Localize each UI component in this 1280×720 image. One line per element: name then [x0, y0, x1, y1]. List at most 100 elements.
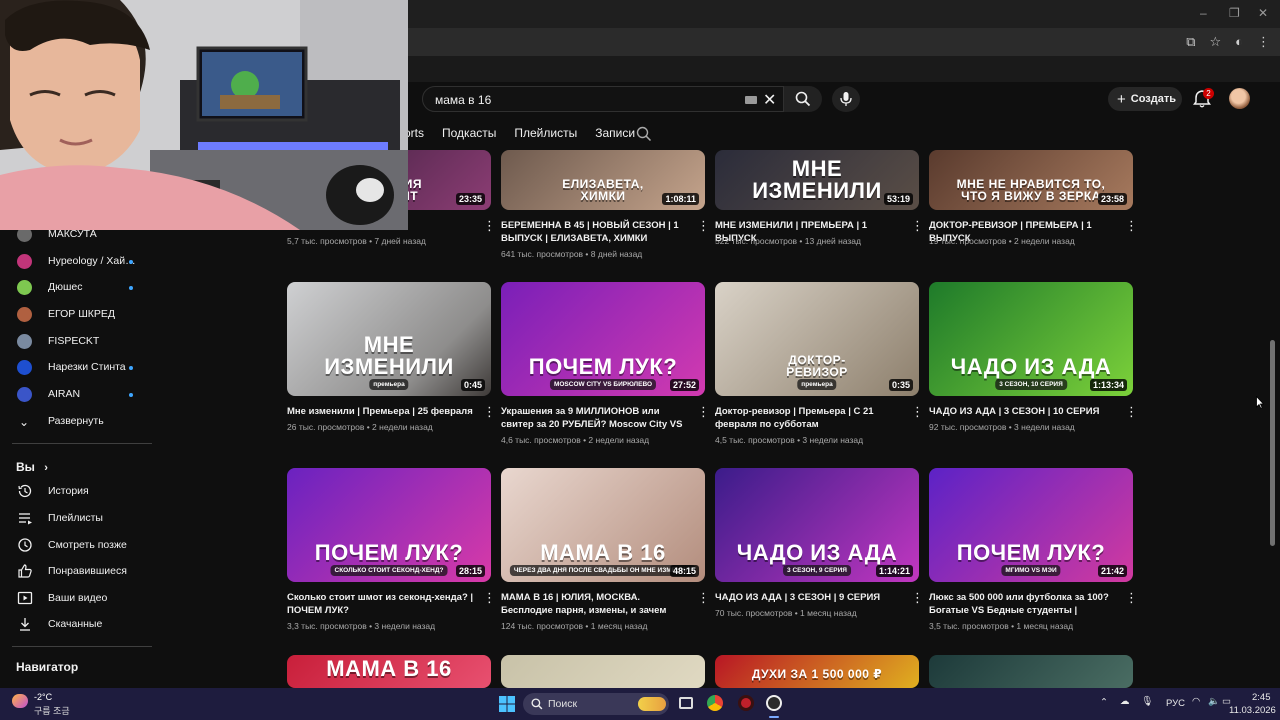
sidebar-subscription-item[interactable]: AIRAN — [0, 382, 160, 408]
video-title[interactable]: ЧАДО ИЗ АДА | 3 СЕЗОН | 9 СЕРИЯ — [715, 591, 905, 604]
video-thumbnail[interactable]: ДОКТОР- РЕВИЗОР премьера 0:35 — [715, 282, 919, 396]
video-menu-icon[interactable] — [1123, 218, 1138, 234]
video-menu-icon[interactable] — [481, 590, 496, 606]
video-thumbnail[interactable]: ДУХИ ЗА 1 500 000 ₽ — [715, 655, 919, 688]
video-title[interactable]: Доктор-ревизор | Премьера | С 21 февраля… — [715, 405, 905, 431]
cloud-tray-icon[interactable]: ☁ — [1120, 696, 1130, 707]
sidebar-item-downloads[interactable]: Скачанные — [0, 612, 160, 638]
sidebar-item-watch-later[interactable]: Смотреть позже — [0, 533, 160, 559]
video-title[interactable]: Сколько стоит шмот из секонд-хенда? | ПО… — [287, 591, 477, 617]
video-menu-icon[interactable] — [695, 218, 710, 234]
sidebar-subscription-item[interactable]: ЕГОР ШКРЕД — [0, 302, 160, 328]
sidebar-subscription-item[interactable]: Hypeology / Хай… — [0, 249, 160, 275]
video-thumbnail[interactable]: ПОЧЕМ ЛУК? СКОЛЬКО СТОИТ СЕКОНД-ХЕНД? 28:1… — [287, 468, 491, 582]
video-thumbnail[interactable]: ПОЧЕМ ЛУК? MOSCOW CITY VS БИРЮЛЕВО 27:52 — [501, 282, 705, 396]
address-bar-icons: ⧉ ☆ ◐ ⋮ — [1186, 34, 1270, 50]
video-menu-icon[interactable] — [695, 590, 710, 606]
mouse-cursor-icon — [1256, 396, 1264, 409]
sidebar-item-history[interactable]: История — [0, 479, 160, 505]
video-menu-icon[interactable] — [1123, 590, 1138, 606]
video-thumbnail[interactable] — [501, 655, 705, 688]
video-menu-icon[interactable] — [481, 404, 496, 420]
voice-search-button[interactable] — [832, 86, 860, 112]
video-thumbnail[interactable]: ЧАДО ИЗ АДА 3 СЕЗОН, 9 СЕРИЯ 1:14:21 — [715, 468, 919, 582]
obs-taskbar-icon[interactable] — [766, 695, 782, 711]
video-menu-icon[interactable] — [695, 404, 710, 420]
video-menu-icon[interactable] — [909, 218, 924, 234]
sidebar-expand[interactable]: ⌄ Развернуть — [0, 409, 160, 435]
task-view-icon[interactable] — [679, 697, 693, 709]
app-taskbar-icon[interactable] — [738, 695, 754, 711]
scrollbar-thumb[interactable] — [1270, 340, 1275, 546]
cast-icon[interactable]: ⧉ — [1186, 34, 1195, 50]
microphone-tray-icon[interactable]: 🎙 — [1141, 696, 1153, 707]
minimize-button[interactable]: – — [1200, 6, 1207, 20]
video-thumbnail[interactable]: МНЕ ИЗМЕНИЛИ премьера 0:45 — [287, 282, 491, 396]
video-title[interactable]: ЧАДО ИЗ АДА | 3 СЕЗОН | 10 СЕРИЯ — [929, 405, 1119, 418]
tray-chevron-icon[interactable]: ⌃ — [1100, 697, 1108, 708]
video-thumbnail[interactable]: ЕЛИЗАВЕТА, ХИМКИ 1:08:11 — [501, 150, 705, 210]
video-thumbnail[interactable] — [929, 655, 1133, 688]
sidebar-item-liked[interactable]: Понравившиеся — [0, 559, 160, 585]
weather-widget[interactable]: -2°C 구름 조금 — [12, 692, 92, 716]
create-button[interactable]: + Создать — [1108, 87, 1182, 111]
clock-time[interactable]: 2:45 — [1252, 692, 1271, 703]
chip-playlists[interactable]: Плейлисты — [514, 126, 577, 140]
notification-count-badge: 2 — [1203, 88, 1214, 99]
video-menu-icon[interactable] — [909, 404, 924, 420]
sidebar-item-your-videos[interactable]: Ваши видео — [0, 586, 160, 612]
new-content-dot — [129, 260, 133, 264]
search-button[interactable] — [784, 86, 822, 112]
account-avatar[interactable] — [1229, 88, 1250, 109]
clear-search-icon[interactable]: ✕ — [763, 90, 776, 110]
video-duration: 21:42 — [1097, 565, 1127, 577]
video-meta: 70 тыс. просмотров • 1 месяц назад — [715, 608, 857, 618]
sidebar-subscription-item[interactable]: Дюшес — [0, 275, 160, 301]
search-query[interactable]: мама в 16 — [435, 93, 491, 107]
thumbnail-title-text: ЧАДО ИЗ АДА — [736, 540, 898, 565]
video-title[interactable]: БЕРЕМЕННА В 45 | НОВЫЙ СЕЗОН | 1 ВЫПУСК … — [501, 219, 691, 245]
video-title[interactable]: МАМА В 16 | ЮЛИЯ, МОСКВА. Бесплодие парн… — [501, 591, 691, 617]
menu-dots-icon[interactable]: ⋮ — [1257, 34, 1270, 50]
chip-recordings[interactable]: Записи — [595, 126, 635, 140]
channel-avatar — [17, 307, 32, 322]
chip-podcasts[interactable]: Подкасты — [442, 126, 496, 140]
sidebar-item-playlists[interactable]: Плейлисты — [0, 506, 160, 532]
video-thumbnail[interactable]: ПОЧЕМ ЛУК? МГИМО VS МЭИ 21:42 — [929, 468, 1133, 582]
your-videos-icon — [17, 591, 33, 605]
video-thumbnail[interactable]: ЧАДО ИЗ АДА 3 СЕЗОН, 10 СЕРИЯ 1:13:34 — [929, 282, 1133, 396]
video-thumbnail[interactable]: МАМА В 16 ЧЕРЕЗ ДВА ДНЯ ПОСЛЕ СВАДЬБЫ ОН … — [501, 468, 705, 582]
sidebar-item-label: Скачанные — [48, 618, 103, 630]
keyboard-icon[interactable] — [745, 96, 757, 104]
sidebar-subscription-item[interactable]: Нарезки Стинта — [0, 355, 160, 381]
video-menu-icon[interactable] — [909, 590, 924, 606]
video-thumbnail[interactable]: МНЕ ИЗМЕНИЛИ 53:19 — [715, 150, 919, 210]
clock-date[interactable]: 11.03.2026 — [1229, 705, 1276, 716]
search-input[interactable]: мама в 16 ✕ — [422, 86, 784, 112]
bookmark-star-icon[interactable]: ☆ — [1209, 34, 1221, 50]
webcam-scene — [0, 0, 408, 230]
channel-name: ЕГОР ШКРЕД — [48, 308, 116, 320]
video-thumbnail[interactable]: МНЕ НЕ НРАВИТСЯ ТО, ЧТО Я ВИЖУ В ЗЕРКА 23… — [929, 150, 1133, 210]
sidebar-you-heading[interactable]: Вы › — [16, 460, 48, 474]
start-button[interactable] — [499, 696, 515, 712]
filter-chips: orts Подкасты Плейлисты Записи — [404, 126, 635, 140]
video-title[interactable]: Украшения за 9 МИЛЛИОНОВ или свитер за 2… — [501, 405, 691, 431]
channel-search-icon[interactable] — [636, 126, 652, 142]
video-menu-icon[interactable] — [1123, 404, 1138, 420]
maximize-button[interactable]: ❐ — [1229, 6, 1240, 20]
wifi-icon[interactable]: ◠ — [1192, 696, 1200, 707]
taskbar-search-icon — [531, 698, 543, 710]
volume-icon[interactable]: 🔈 — [1208, 696, 1220, 707]
video-meta: 3,5 тыс. просмотров • 1 месяц назад — [929, 621, 1074, 631]
close-window-button[interactable]: ✕ — [1258, 6, 1268, 20]
video-title[interactable]: Люкс за 500 000 или футболка за 100? Бог… — [929, 591, 1119, 617]
language-indicator[interactable]: РУС — [1166, 698, 1185, 709]
thumbnail-title-text: ДОКТОР- РЕВИЗОР — [786, 353, 848, 379]
video-thumbnail[interactable]: МАМА В 16 — [287, 655, 491, 688]
video-title[interactable]: Мне изменили | Премьера | 25 февраля — [287, 405, 477, 418]
video-menu-icon[interactable] — [481, 218, 496, 234]
chrome-taskbar-icon[interactable] — [707, 695, 723, 711]
profile-icon[interactable]: ◐ — [1235, 34, 1243, 50]
sidebar-subscription-item[interactable]: FISPECKT — [0, 329, 160, 355]
